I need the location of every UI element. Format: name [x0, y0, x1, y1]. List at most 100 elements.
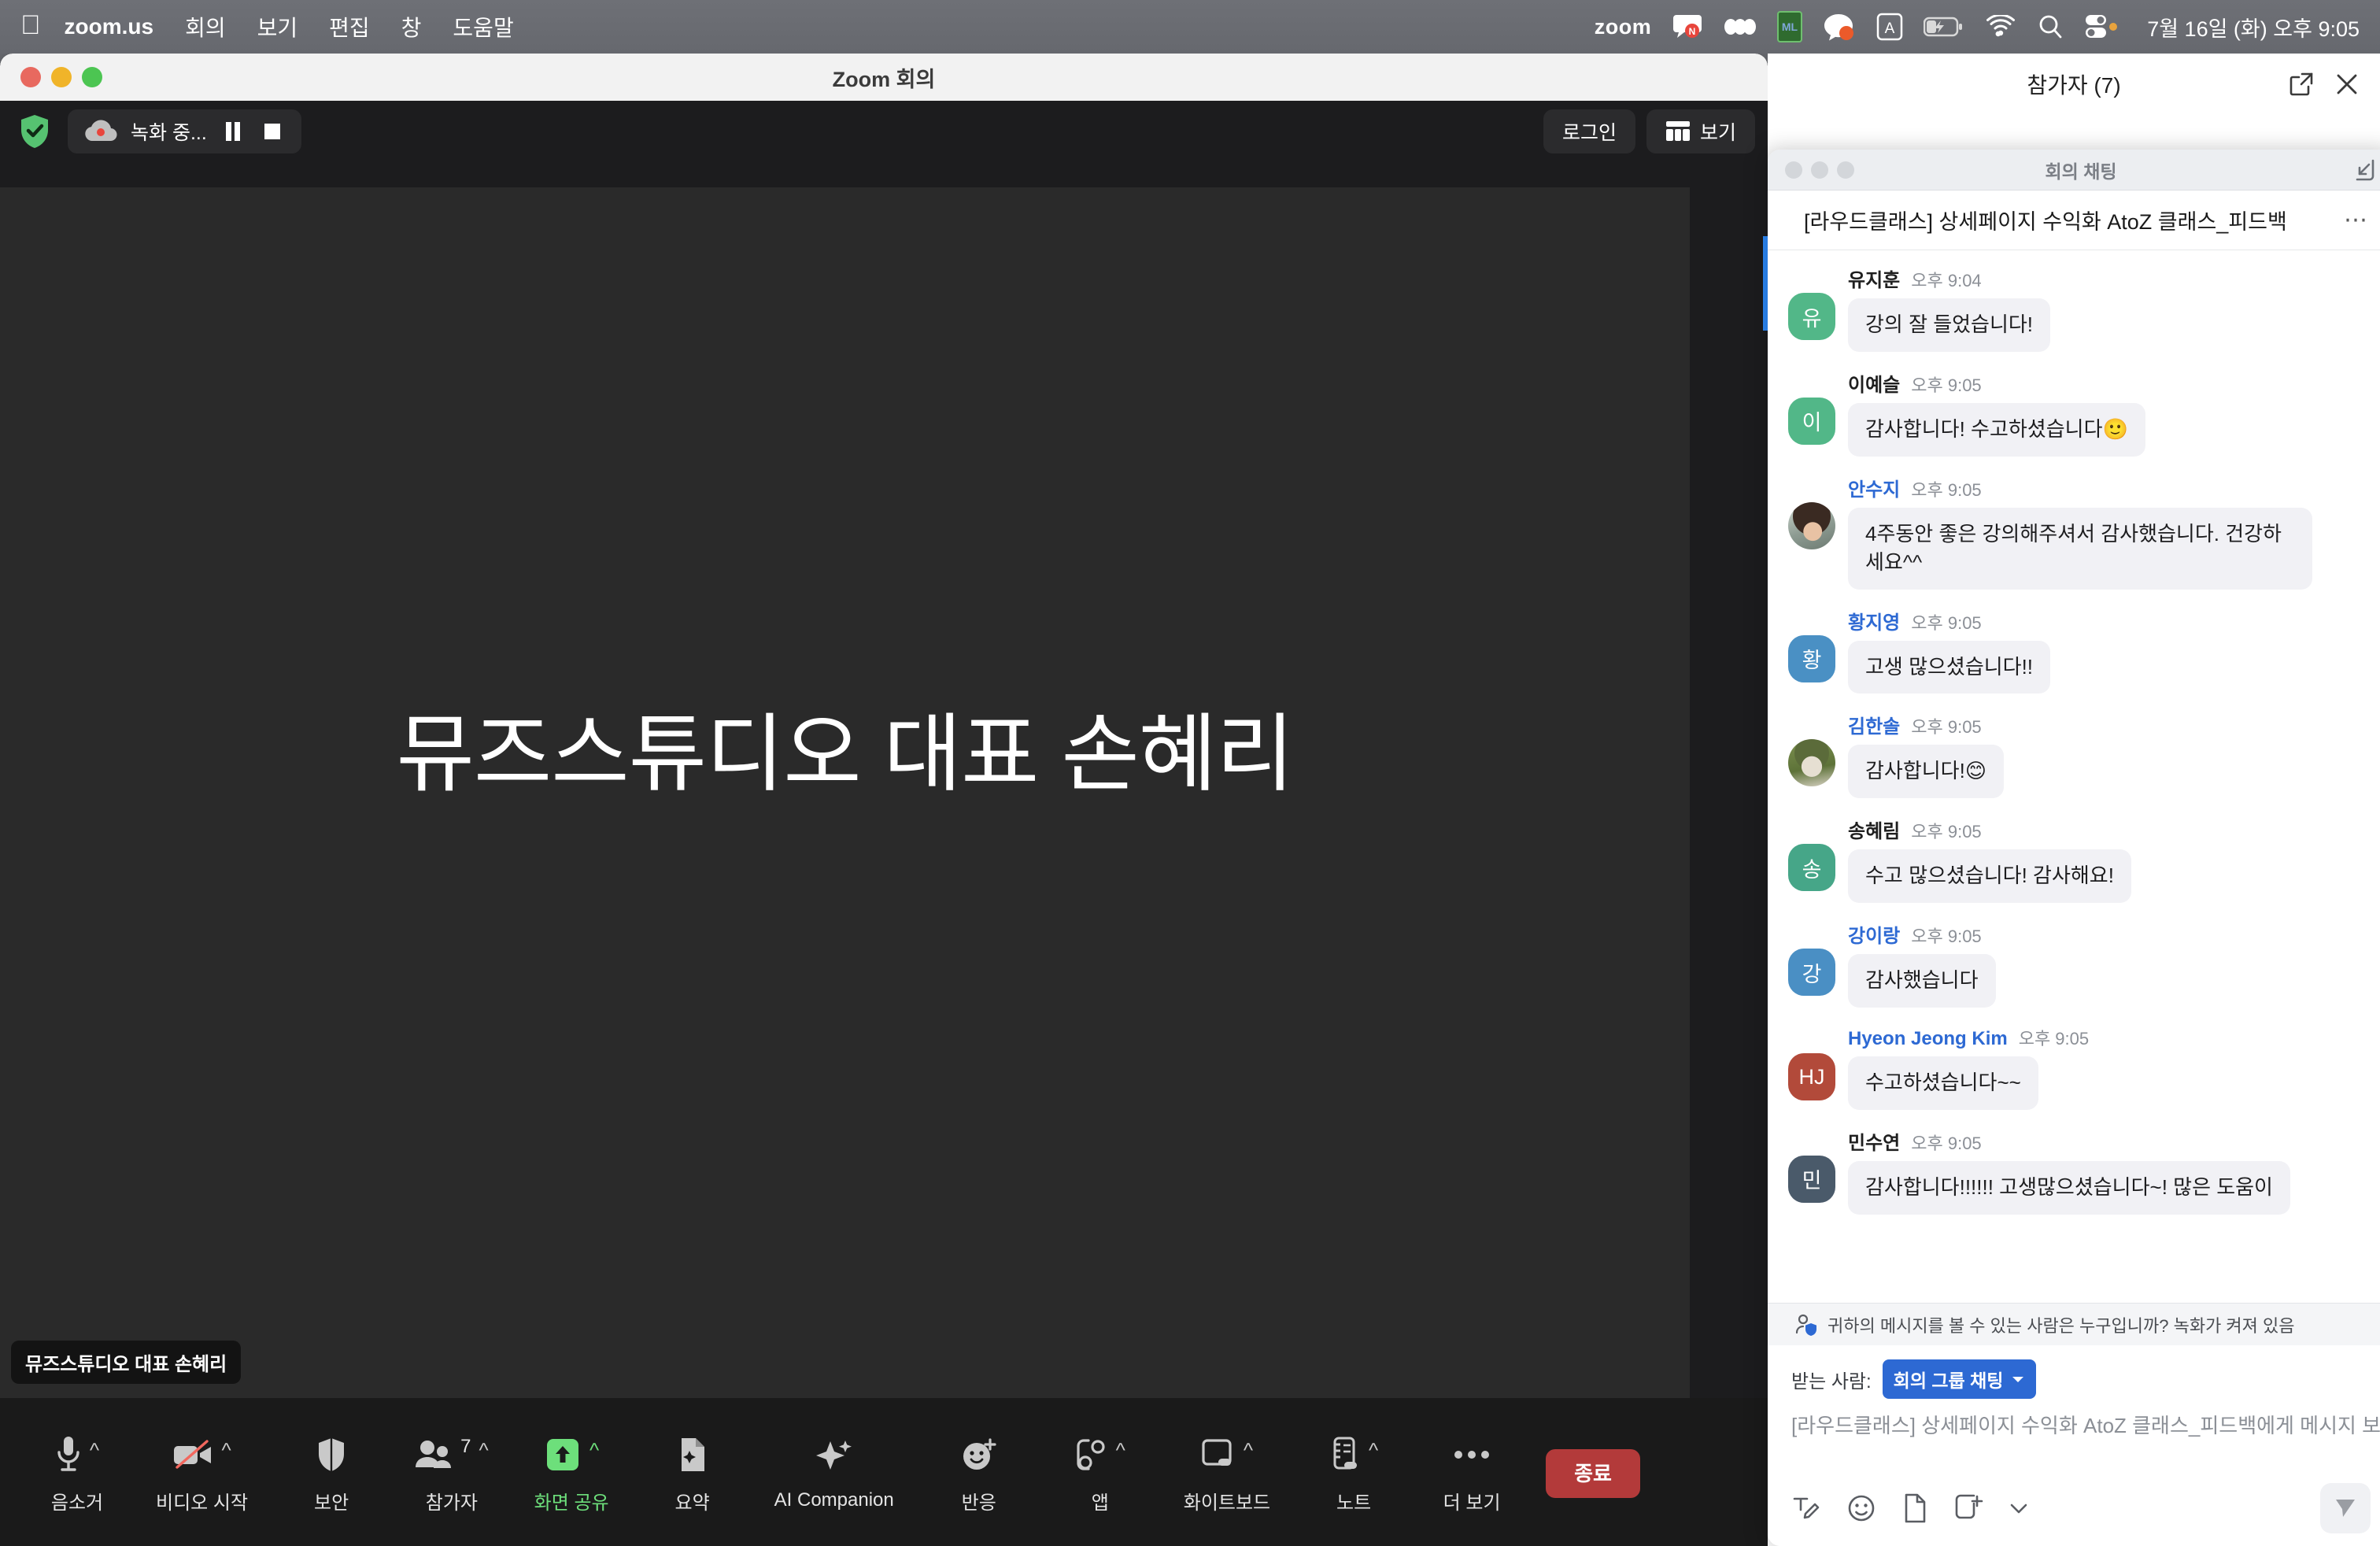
- end-meeting-button[interactable]: 종료: [1546, 1448, 1640, 1498]
- chevron-up-icon-notes[interactable]: ^: [1369, 1440, 1378, 1460]
- beans-icon[interactable]: [1724, 9, 1757, 44]
- more-ellipsis-icon[interactable]: ⋯: [2344, 208, 2369, 232]
- battery-charging-icon[interactable]: [1924, 9, 1964, 44]
- chat-message-sender[interactable]: Hyeon Jeong Kim: [1848, 1028, 2008, 1050]
- chat-message-body: Hyeon Jeong Kim 오후 9:05 수고하셨습니다~~: [1848, 1025, 2089, 1110]
- toolbar-security-button[interactable]: 보안: [295, 1417, 368, 1527]
- svg-text:N: N: [1689, 26, 1696, 37]
- chat-recipient-row: 받는 사람: 회의 그룹 채팅: [1791, 1359, 2371, 1399]
- chat-message-sender[interactable]: 김한솔: [1848, 711, 1900, 738]
- apple-logo-icon[interactable]: : [20, 12, 41, 39]
- login-button[interactable]: 로그인: [1543, 109, 1635, 153]
- popout-icon[interactable]: [2289, 72, 2314, 97]
- shared-screen-stage[interactable]: 뮤즈스튜디오 대표 손혜리 뮤즈스튜디오 대표 손혜리: [0, 187, 1690, 1398]
- toolbar-mute-button[interactable]: ^ 음소거: [41, 1417, 113, 1527]
- chat-bubble-n-icon[interactable]: N: [1672, 9, 1703, 44]
- popin-icon[interactable]: [2352, 158, 2375, 182]
- toolbar-notes-label: 노트: [1336, 1492, 1372, 1514]
- chat-message-time: 오후 9:05: [2018, 1029, 2090, 1049]
- chat-message-body: 강이랑 오후 9:05 감사했습니다: [1848, 920, 1996, 1008]
- control-center-icon[interactable]: [2084, 9, 2119, 44]
- meeting-chat-window: 회의 채팅 [라우드클래스] 상세페이지 수익화 AtoZ 클래스_피드백 ⋯ …: [1768, 150, 2380, 1546]
- menubar-item-window[interactable]: 창: [401, 11, 422, 43]
- toolbar-notes-button[interactable]: ^ 노트: [1318, 1417, 1390, 1527]
- chevron-up-icon-participants[interactable]: ^: [479, 1440, 488, 1460]
- pause-icon[interactable]: [220, 118, 246, 145]
- send-icon[interactable]: [2320, 1483, 2371, 1533]
- menubar-item-help[interactable]: 도움말: [453, 11, 513, 43]
- chat-message-time: 오후 9:05: [1911, 375, 1982, 395]
- chat-message-text[interactable]: 수고 많으셨습니다! 감사해요!: [1848, 849, 2131, 904]
- chevron-up-icon-apps[interactable]: ^: [1116, 1440, 1125, 1460]
- chat-message-sender[interactable]: 이예슬: [1848, 369, 1900, 397]
- menubar-item-meeting[interactable]: 회의: [185, 11, 226, 43]
- menubar-item-view[interactable]: 보기: [257, 11, 298, 43]
- chat-message-input[interactable]: [라우드클래스] 상세페이지 수익화 AtoZ 클래스_피드백에게 메시지 보내…: [1791, 1410, 2380, 1439]
- apps-icon: [1075, 1433, 1108, 1477]
- kakao-icon[interactable]: [1823, 9, 1856, 44]
- toolbar-share-screen-button[interactable]: ^ 화면 공유: [534, 1417, 609, 1527]
- menubar-app-name[interactable]: zoom.us: [65, 14, 154, 39]
- chevron-down-icon: [2011, 1374, 2025, 1384]
- wifi-icon[interactable]: [1985, 9, 2016, 44]
- chat-message: 송 송혜림 오후 9:05 수고 많으셨습니다! 감사해요!: [1788, 816, 2374, 904]
- input-source-a-icon[interactable]: A: [1876, 9, 1903, 44]
- recording-indicator: 녹화 중...: [68, 109, 301, 153]
- chevron-up-icon-whiteboard[interactable]: ^: [1244, 1440, 1253, 1460]
- chat-recipient-selector[interactable]: 회의 그룹 채팅: [1882, 1359, 2037, 1399]
- chevron-up-icon-video[interactable]: ^: [221, 1440, 231, 1460]
- chat-message-text[interactable]: 감사했습니다: [1848, 954, 1996, 1008]
- toolbar-more-button[interactable]: 더 보기: [1436, 1417, 1508, 1527]
- screenshot-icon[interactable]: [1953, 1492, 1983, 1524]
- chat-message-sender[interactable]: 민수연: [1848, 1127, 1900, 1155]
- chat-message-time: 오후 9:05: [1911, 1133, 1982, 1153]
- chevron-up-icon-share[interactable]: ^: [589, 1440, 599, 1460]
- chat-message-sender[interactable]: 송혜림: [1848, 816, 1900, 843]
- view-button[interactable]: 보기: [1646, 109, 1755, 153]
- chat-recipient-label: 받는 사람:: [1791, 1370, 1872, 1393]
- ml-badge-icon[interactable]: ML: [1777, 9, 1803, 44]
- toolbar-reactions-button[interactable]: 반응: [943, 1417, 1015, 1527]
- chat-message-text[interactable]: 4주동안 좋은 강의해주셔서 감사했습니다. 건강하세요^^: [1848, 507, 2312, 590]
- toolbar-apps-button[interactable]: ^ 앱: [1064, 1417, 1136, 1527]
- toolbar-whiteboard-button[interactable]: ^ 화이트보드: [1184, 1417, 1270, 1527]
- chat-message-body: 이예슬 오후 9:05 감사합니다! 수고하셨습니다🙂: [1848, 369, 2145, 457]
- zoom-tray-label[interactable]: zoom: [1595, 9, 1652, 44]
- format-text-icon[interactable]: [1791, 1493, 1821, 1523]
- chat-message-text[interactable]: 고생 많으셨습니다!!: [1848, 640, 2051, 694]
- chat-message: HJ Hyeon Jeong Kim 오후 9:05 수고하셨습니다~~: [1788, 1025, 2374, 1110]
- file-icon[interactable]: [1901, 1492, 1928, 1524]
- chat-message-list[interactable]: 유 유지훈 오후 9:04 강의 잘 들었습니다! 이 이예슬 오후 9:05 …: [1768, 250, 2380, 1303]
- toolbar-participants-label: 참가자: [425, 1492, 478, 1514]
- toolbar-summary-button[interactable]: 요약: [656, 1417, 729, 1527]
- chat-message-sender[interactable]: 강이랑: [1848, 920, 1900, 948]
- chat-message-meta: 안수지 오후 9:05: [1848, 474, 2312, 501]
- toolbar-start-video-button[interactable]: ^ 비디오 시작: [156, 1417, 248, 1527]
- chevron-up-icon-mic[interactable]: ^: [90, 1440, 99, 1460]
- search-icon[interactable]: [2037, 9, 2064, 44]
- chat-message-sender[interactable]: 황지영: [1848, 607, 1900, 634]
- stop-icon[interactable]: [259, 118, 286, 145]
- chat-message-text[interactable]: 감사합니다! 수고하셨습니다🙂: [1848, 402, 2145, 457]
- chat-message-text[interactable]: 수고하셨습니다~~: [1848, 1056, 2038, 1110]
- security-shield-check-icon[interactable]: [13, 109, 57, 153]
- more-ellipsis-icon: [1453, 1433, 1491, 1477]
- menubar-clock[interactable]: 7월 16일 (화) 오후 9:05: [2147, 12, 2360, 43]
- toolbar-participants-button[interactable]: 7 ^ 참가자: [415, 1417, 489, 1527]
- shield-icon: [316, 1433, 346, 1477]
- chat-message: 안수지 오후 9:05 4주동안 좋은 강의해주셔서 감사했습니다. 건강하세요…: [1788, 474, 2374, 590]
- close-icon[interactable]: [2334, 72, 2360, 97]
- toolbar-summary-label: 요약: [674, 1492, 710, 1514]
- chat-message-text[interactable]: 감사합니다!😊: [1848, 745, 2004, 799]
- menubar-item-edit[interactable]: 편집: [329, 11, 370, 43]
- window-title: Zoom 회의: [832, 67, 936, 91]
- chevron-down-icon-more-tools[interactable]: [2009, 1501, 2029, 1515]
- chat-message-sender[interactable]: 유지훈: [1848, 264, 1900, 292]
- zoom-meeting-window: Zoom 회의 녹화 중... 로그인 보기 뮤즈스튜디오 대표 손혜리 뮤즈스…: [0, 54, 1768, 1546]
- chat-message-text[interactable]: 감사합니다!!!!!! 고생많으셨습니다~! 많은 도움이: [1848, 1160, 2290, 1215]
- emoji-icon[interactable]: [1846, 1493, 1876, 1523]
- chat-message-text[interactable]: 강의 잘 들었습니다!: [1848, 298, 2051, 352]
- chat-message-sender[interactable]: 안수지: [1848, 474, 1900, 501]
- toolbar-ai-companion-button[interactable]: AI Companion: [774, 1417, 894, 1527]
- chat-privacy-notice[interactable]: 귀하의 메시지를 볼 수 있는 사람은 누구입니까? 녹화가 켜져 있음: [1768, 1303, 2380, 1345]
